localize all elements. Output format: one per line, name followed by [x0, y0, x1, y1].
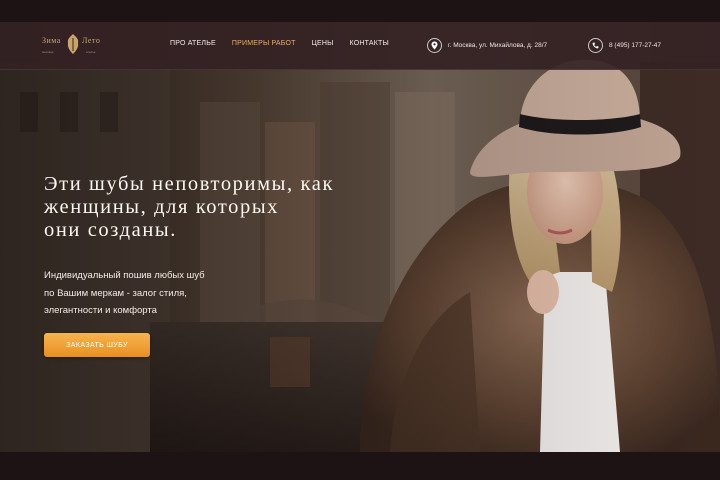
nav-item-contacts[interactable]: КОНТАКТЫ [350, 40, 389, 54]
screenshot-frame: Зима Лето меховое ателье ПРО АТЕЛЬЕ ПРИМ… [0, 0, 720, 480]
hero-subtitle-line: Индивидуальный пошив любых шуб [44, 270, 205, 281]
landing-page: Зима Лето меховое ателье ПРО АТЕЛЬЕ ПРИМ… [0, 22, 720, 452]
hero-title-line: женщины, для которых [44, 196, 280, 218]
logo[interactable]: Зима Лето меховое ателье [42, 32, 108, 60]
hero-subtitle: Индивидуальный пошив любых шуб по Вашим … [44, 267, 304, 320]
phone-icon [588, 37, 603, 53]
phone-contact[interactable]: 8 (495) 177-27-47 [588, 36, 661, 54]
order-coat-button[interactable]: ЗАКАЗАТЬ ШУБУ [44, 333, 150, 357]
nav-item-portfolio[interactable]: ПРИМЕРЫ РАБОТ [232, 40, 296, 54]
main-nav: ПРО АТЕЛЬЕ ПРИМЕРЫ РАБОТ ЦЕНЫ КОНТАКТЫ [170, 40, 389, 54]
logo-right-caption: ателье [86, 50, 96, 54]
hero-subtitle-line: элегантности и комфорта [44, 305, 157, 316]
address-text: г. Москва, ул. Михайлова, д. 28/7 [448, 41, 548, 49]
logo-left-word: Зима [42, 36, 61, 45]
nav-item-prices[interactable]: ЦЕНЫ [312, 40, 334, 54]
address-contact[interactable]: г. Москва, ул. Михайлова, д. 28/7 [427, 36, 547, 54]
hero-subtitle-line: по Вашим меркам - залог стиля, [44, 287, 187, 299]
bottom-border [0, 452, 720, 480]
nav-item-about[interactable]: ПРО АТЕЛЬЕ [170, 40, 216, 54]
hero-title-line: Эти шубы неповторимы, как [44, 173, 335, 195]
fur-emblem-icon [67, 34, 79, 54]
hero-title-line: они созданы. [44, 219, 177, 241]
hero-title: Эти шубы неповторимы, как женщины, для к… [44, 173, 404, 242]
logo-left-caption: меховое [42, 50, 54, 54]
top-border [0, 0, 720, 22]
phone-text: 8 (495) 177-27-47 [609, 41, 662, 49]
logo-right-word: Лето [82, 36, 101, 45]
site-header: Зима Лето меховое ателье ПРО АТЕЛЬЕ ПРИМ… [0, 22, 720, 70]
location-pin-icon [427, 37, 442, 53]
